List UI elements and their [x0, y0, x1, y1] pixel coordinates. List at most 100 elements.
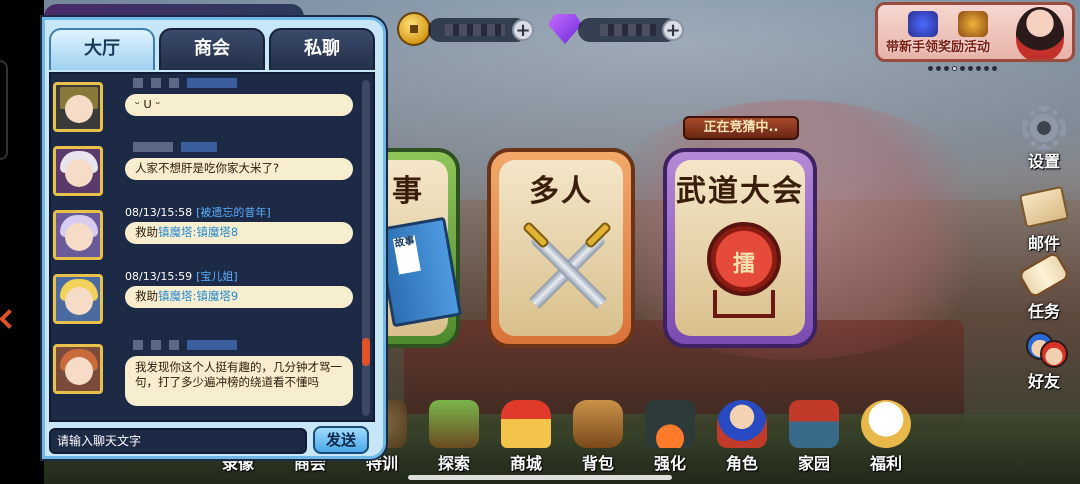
drum-label: 擂 — [732, 252, 755, 277]
shop-label: 商城 — [509, 454, 542, 473]
mail-button[interactable]: 邮件 — [1014, 184, 1074, 254]
avatar[interactable] — [53, 210, 103, 260]
dungeon-link[interactable]: 镇魔塔:镇魔塔9 — [158, 289, 238, 303]
message-meta: 08/13/15:59 [宝儿姐] — [125, 268, 238, 284]
page-dot[interactable] — [968, 66, 973, 71]
page-dot[interactable] — [944, 66, 949, 71]
newbie-reward-banner[interactable]: 带新手领奖励活动 — [875, 2, 1075, 62]
tab-private[interactable]: 私聊 — [269, 28, 375, 70]
backpack-label: 背包 — [581, 454, 614, 473]
chat-message: 人家不想肝是吃你家大米了? — [51, 138, 361, 202]
war-drum-icon: 擂 — [707, 222, 781, 296]
enhance-button[interactable]: 强化 — [638, 400, 702, 474]
tournament-mode-card[interactable]: 武道大会 擂 — [663, 148, 817, 348]
page-dot[interactable] — [936, 66, 941, 71]
tab-guild[interactable]: 商会 — [159, 28, 265, 70]
message-bubble: ᵕ ᑌ ᵕ — [125, 94, 353, 116]
page-dot[interactable] — [976, 66, 981, 71]
message-bubble: 人家不想肝是吃你家大米了? — [125, 158, 353, 180]
avatar[interactable] — [53, 344, 103, 394]
diamond-amount-obscured — [600, 24, 656, 36]
multiplayer-title: 多人 — [529, 174, 593, 209]
message-prefix: 救助 — [135, 289, 158, 303]
chat-message: 08/13/15:58 [被遗忘的昔年] 救助镇魔塔:镇魔塔8 — [51, 202, 361, 266]
page-dot[interactable] — [992, 66, 997, 71]
message-meta: 08/13/15:58 [被遗忘的昔年] — [125, 204, 271, 220]
message-timestamp: 08/13/15:59 — [125, 270, 193, 283]
chevron-left-icon[interactable] — [0, 309, 19, 329]
friends-button[interactable]: 好友 — [1014, 326, 1074, 392]
sender-name[interactable]: [被遗忘的昔年] — [196, 206, 271, 219]
home-icon — [789, 400, 839, 448]
tasks-button[interactable]: 任务 — [1014, 251, 1074, 322]
envelope-icon — [1018, 185, 1070, 229]
friends-icon — [1022, 326, 1068, 370]
banner-pagination — [928, 66, 997, 71]
page-dot-active[interactable] — [952, 66, 957, 71]
message-prefix: 救助 — [135, 225, 158, 239]
shop-button[interactable]: 商城 — [494, 400, 558, 474]
treasure-icon — [958, 11, 988, 37]
gold-coin-icon — [397, 12, 431, 46]
message-bubble: 救助镇魔塔:镇魔塔9 — [125, 286, 353, 308]
explore-label: 探索 — [437, 454, 470, 473]
banner-label: 带新手领奖励活动 — [886, 40, 991, 55]
settings-button[interactable]: 设置 — [1014, 106, 1074, 172]
enhance-label: 强化 — [653, 454, 686, 473]
page-dot[interactable] — [928, 66, 933, 71]
chat-input[interactable]: 请输入聊天文字 — [49, 428, 307, 454]
scroll-icon — [1017, 251, 1071, 299]
book-label: 故事 — [392, 235, 421, 275]
homestead-label: 家园 — [797, 454, 830, 473]
page-dot[interactable] — [984, 66, 989, 71]
forge-icon — [645, 400, 695, 448]
sender-name-obscured — [133, 78, 237, 88]
chat-scrollbar-thumb[interactable] — [362, 338, 370, 366]
avatar[interactable] — [53, 146, 103, 196]
gold-amount-obscured — [445, 24, 505, 36]
homestead-button[interactable]: 家园 — [782, 400, 846, 474]
avatar[interactable] — [53, 274, 103, 324]
crossed-swords-icon — [519, 220, 615, 318]
message-timestamp: 08/13/15:58 — [125, 206, 193, 219]
message-bubble: 我发现你这个人挺有趣的，几分钟才骂一句，打了多少遍冲榜的绕道看不懂吗 — [125, 356, 353, 406]
welfare-button[interactable]: 福利 — [854, 400, 918, 474]
device-notch — [0, 60, 8, 160]
tab-lobby[interactable]: 大厅 — [49, 28, 155, 70]
chat-message-list[interactable]: ᵕ ᑌ ᵕ 人家不想肝是吃你家大米了? 08/13/15:58 [被遗忘的昔年] … — [49, 72, 375, 422]
chat-message: ᵕ ᑌ ᵕ — [51, 74, 361, 138]
chat-scrollbar[interactable] — [362, 80, 370, 416]
lucky-cat-icon — [861, 400, 911, 448]
gear-icon — [1022, 106, 1066, 150]
character-label: 角色 — [725, 454, 758, 473]
tournament-status-badge: 正在竞猜中.. — [683, 116, 799, 140]
gift-icon — [908, 11, 938, 37]
sender-name[interactable]: [宝儿姐] — [196, 270, 238, 283]
tournament-title: 武道大会 — [676, 174, 804, 209]
drum-stand — [713, 290, 775, 318]
shop-icon — [501, 400, 551, 448]
story-mode-title: 事 — [392, 174, 424, 209]
chat-message: 08/13/15:59 [宝儿姐] 救助镇魔塔:镇魔塔9 — [51, 266, 361, 330]
add-diamond-button[interactable]: + — [662, 19, 684, 41]
send-button[interactable]: 发送 — [313, 426, 369, 454]
character-icon — [717, 400, 767, 448]
character-portrait — [1016, 7, 1064, 59]
page-dot[interactable] — [960, 66, 965, 71]
explore-button[interactable]: 探索 — [422, 400, 486, 474]
tasks-label: 任务 — [1027, 302, 1060, 321]
sender-name-obscured — [133, 142, 217, 152]
settings-label: 设置 — [1027, 152, 1060, 171]
backpack-button[interactable]: 背包 — [566, 400, 630, 474]
welfare-label: 福利 — [869, 454, 902, 473]
avatar[interactable] — [53, 82, 103, 132]
chat-tabs: 大厅 商会 私聊 — [49, 28, 375, 70]
home-gesture-bar[interactable] — [408, 475, 672, 480]
dungeon-link[interactable]: 镇魔塔:镇魔塔8 — [158, 225, 238, 239]
chat-message: 我发现你这个人挺有趣的，几分钟才骂一句，打了多少遍冲榜的绕道看不懂吗 — [51, 336, 361, 416]
message-bubble: 救助镇魔塔:镇魔塔8 — [125, 222, 353, 244]
backpack-icon — [573, 400, 623, 448]
character-button[interactable]: 角色 — [710, 400, 774, 474]
multiplayer-mode-card[interactable]: 多人 — [487, 148, 635, 348]
add-gold-button[interactable]: + — [512, 19, 534, 41]
